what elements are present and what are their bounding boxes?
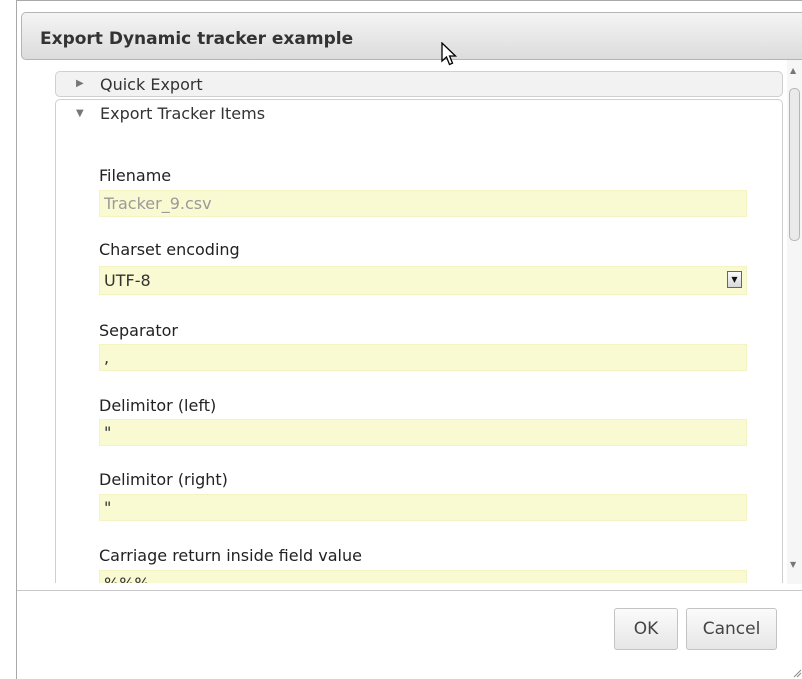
delimitor-right-label: Delimitor (right) <box>99 470 228 489</box>
chevron-down-icon[interactable]: ▼ <box>727 271 742 288</box>
dialog-title: Export Dynamic tracker example <box>40 29 354 49</box>
chevron-right-icon: ▶ <box>76 78 84 89</box>
charset-select[interactable]: UTF-8 ▼ <box>99 266 747 295</box>
accordion-export-tracker-items: ▼ Export Tracker Items Filename Tracker_… <box>55 99 783 583</box>
carriage-return-label: Carriage return inside field value <box>99 546 362 565</box>
delimitor-left-field[interactable]: " <box>99 419 747 446</box>
resize-grip-icon[interactable] <box>792 668 802 678</box>
content-scrollbar[interactable]: ▲ ▼ <box>787 60 802 584</box>
charset-value: UTF-8 <box>104 271 151 290</box>
export-dialog: Export Dynamic tracker example ✖ ▶ Quick… <box>16 0 802 679</box>
scrollbar-thumb[interactable] <box>789 88 800 241</box>
mouse-cursor-icon <box>441 42 458 66</box>
separator-field[interactable]: , <box>99 344 747 371</box>
delimitor-left-label: Delimitor (left) <box>99 396 217 415</box>
filename-field[interactable]: Tracker_9.csv <box>99 190 747 217</box>
footer-divider <box>17 590 802 591</box>
cancel-button[interactable]: Cancel <box>686 608 777 650</box>
filename-label: Filename <box>99 166 172 185</box>
scroll-down-icon[interactable]: ▼ <box>790 560 796 569</box>
dialog-titlebar[interactable]: Export Dynamic tracker example ✖ <box>21 12 802 60</box>
accordion-label: Quick Export <box>100 75 203 94</box>
accordion-label[interactable]: Export Tracker Items <box>100 104 265 123</box>
charset-label: Charset encoding <box>99 240 240 259</box>
carriage-return-field[interactable]: %%% <box>99 570 747 583</box>
ok-button[interactable]: OK <box>614 608 678 650</box>
delimitor-right-field[interactable]: " <box>99 494 747 521</box>
accordion-quick-export[interactable]: ▶ Quick Export <box>55 71 783 97</box>
chevron-down-icon[interactable]: ▼ <box>76 108 84 119</box>
separator-label: Separator <box>99 321 178 340</box>
dialog-content: ▶ Quick Export ▼ Export Tracker Items Fi… <box>55 71 785 583</box>
scroll-up-icon[interactable]: ▲ <box>790 66 796 75</box>
